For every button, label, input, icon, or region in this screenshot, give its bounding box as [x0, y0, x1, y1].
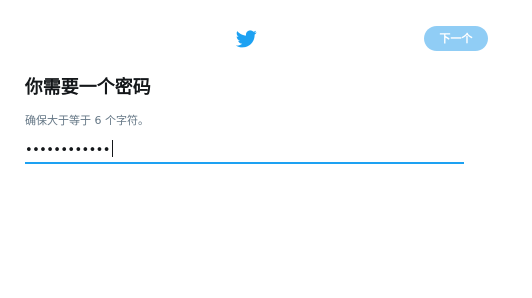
- twitter-bird-icon: [236, 30, 257, 48]
- header: 下一个: [0, 0, 532, 78]
- password-hint: 确保大于等于 6 个字符。: [25, 114, 149, 127]
- password-masked-value: ••••••••••••: [25, 143, 110, 158]
- password-field[interactable]: ••••••••••••: [25, 134, 464, 164]
- password-input[interactable]: ••••••••••••: [25, 140, 113, 159]
- page-title: 你需要一个密码: [25, 77, 151, 98]
- next-button[interactable]: 下一个: [424, 26, 488, 51]
- text-caret: [111, 140, 113, 157]
